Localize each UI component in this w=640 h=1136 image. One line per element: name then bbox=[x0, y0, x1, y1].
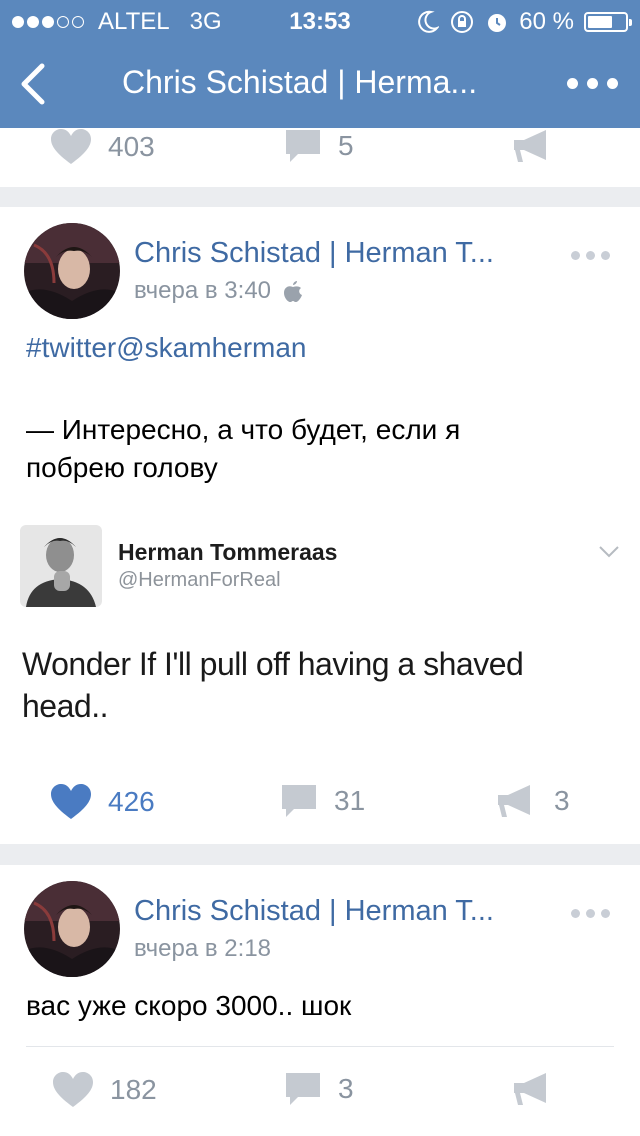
post-time: вчера в 3:40 bbox=[134, 277, 272, 304]
battery-icon bbox=[584, 12, 632, 32]
back-arrow-icon[interactable] bbox=[14, 62, 54, 106]
apple-icon bbox=[284, 281, 303, 302]
megaphone-icon bbox=[514, 130, 546, 162]
alarm-icon bbox=[488, 14, 507, 32]
like-count: 426 bbox=[108, 786, 155, 817]
battery-percent: 60 % bbox=[519, 8, 574, 35]
divider bbox=[26, 1046, 614, 1047]
tweet-avatar bbox=[20, 525, 102, 607]
post-hashtag[interactable]: #twitter@skamherman bbox=[26, 329, 614, 367]
more-options-icon[interactable] bbox=[567, 78, 618, 89]
comment-button[interactable]: 3 bbox=[284, 1071, 354, 1107]
post-time: вчера в 2:18 bbox=[134, 935, 272, 962]
heart-icon bbox=[53, 1072, 93, 1107]
previous-post-card: 403 5 bbox=[0, 128, 640, 187]
comment-count: 31 bbox=[334, 785, 366, 816]
megaphone-icon bbox=[514, 1073, 546, 1105]
like-button[interactable]: 403 bbox=[50, 128, 155, 166]
comment-count: 3 bbox=[338, 1073, 354, 1104]
share-button[interactable]: 3 bbox=[496, 783, 570, 819]
comment-button[interactable]: 5 bbox=[284, 128, 354, 164]
post-menu-icon[interactable] bbox=[571, 909, 610, 918]
megaphone-icon bbox=[498, 785, 530, 817]
avatar[interactable] bbox=[24, 881, 120, 977]
post-text: — Интересно, а что будет, если я побрею … bbox=[26, 414, 461, 483]
comment-icon bbox=[286, 1073, 320, 1105]
app-header: ALTEL 3G 13:53 60 % Chris Schistad | Her… bbox=[0, 0, 640, 128]
post-card: Chris Schistad | Herman T... вчера в 2:1… bbox=[0, 865, 640, 1136]
post-card: Chris Schistad | Herman T... вчера в 3:4… bbox=[0, 207, 640, 844]
heart-icon bbox=[51, 784, 91, 819]
moon-icon bbox=[418, 10, 440, 33]
tweet-text: Wonder If I'll pull off having a shaved … bbox=[22, 646, 524, 724]
share-count: 3 bbox=[554, 785, 570, 816]
share-button[interactable] bbox=[512, 128, 554, 164]
post-author[interactable]: Chris Schistad | Herman T... bbox=[134, 895, 494, 928]
comment-button[interactable]: 31 bbox=[280, 783, 365, 819]
like-button[interactable]: 182 bbox=[52, 1071, 157, 1109]
page-title: Chris Schistad | Herma... bbox=[122, 64, 478, 100]
nav-bar: Chris Schistad | Herma... bbox=[0, 56, 640, 112]
tweet-author-handle: @HermanForReal bbox=[118, 569, 281, 591]
tweet-author-name: Herman Tommeraas bbox=[118, 539, 338, 565]
avatar[interactable] bbox=[24, 223, 120, 319]
post-text: вас уже скоро 3000.. шок bbox=[26, 990, 352, 1021]
status-bar: ALTEL 3G 13:53 60 % bbox=[0, 6, 640, 38]
rotation-lock-icon bbox=[451, 11, 474, 33]
like-count: 182 bbox=[110, 1074, 157, 1105]
heart-icon bbox=[51, 129, 91, 164]
share-button[interactable] bbox=[512, 1071, 554, 1107]
post-meta: вчера в 3:40 bbox=[134, 277, 303, 305]
chevron-down-icon bbox=[599, 546, 619, 558]
post-meta: вчера в 2:18 bbox=[134, 935, 271, 963]
comment-icon bbox=[282, 785, 316, 817]
post-author[interactable]: Chris Schistad | Herman T... bbox=[134, 237, 494, 270]
like-button[interactable]: 426 bbox=[50, 783, 155, 821]
like-count: 403 bbox=[108, 131, 155, 162]
post-menu-icon[interactable] bbox=[571, 251, 610, 260]
comment-icon bbox=[286, 130, 320, 162]
comment-count: 5 bbox=[338, 130, 354, 161]
